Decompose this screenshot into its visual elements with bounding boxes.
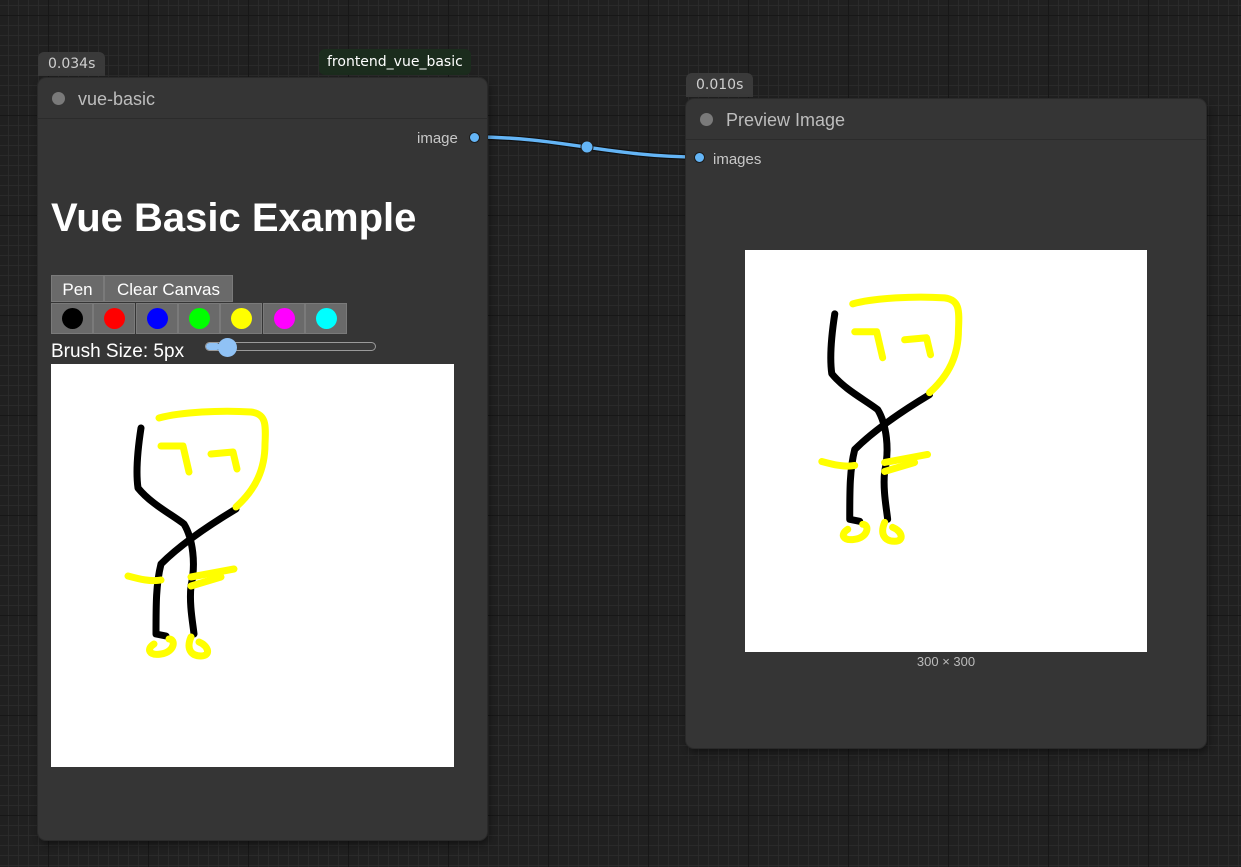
stroke-yellow-foot-left — [839, 520, 871, 544]
pen-button[interactable]: Pen — [51, 275, 104, 302]
cyan-color-dot — [315, 308, 337, 329]
stroke-yellow-foot-left — [146, 635, 177, 658]
color-swatch-yellow[interactable] — [220, 303, 263, 334]
yellow-color-dot — [231, 308, 253, 329]
stroke-yellow-foot-right — [879, 518, 905, 545]
stroke-yellow-eye-right — [901, 334, 935, 359]
color-swatch-magenta[interactable] — [262, 303, 305, 334]
blue-color-dot — [146, 308, 168, 329]
color-swatch-blue[interactable] — [135, 303, 178, 334]
clear-canvas-button[interactable]: Clear Canvas — [104, 275, 233, 302]
stroke-yellow-eye-right — [207, 448, 241, 473]
input-slot-dot[interactable] — [694, 152, 705, 163]
color-swatch-cyan[interactable] — [304, 303, 347, 334]
brush-size-slider-thumb[interactable] — [218, 338, 237, 357]
node-title: vue-basic — [78, 89, 156, 109]
widget-heading: Vue Basic Example — [51, 196, 417, 240]
drawing-canvas[interactable] — [51, 364, 454, 767]
execution-time-badge-preview: 0.010s — [686, 73, 754, 97]
stroke-yellow-head — [849, 293, 963, 397]
preview-drawing — [818, 293, 963, 545]
group-title[interactable]: frontend_vue_basic — [319, 49, 471, 75]
brush-size-label: Brush Size: 5px — [51, 341, 185, 362]
green-color-dot — [188, 308, 210, 329]
black-color-dot — [62, 308, 83, 329]
execution-time-badge: 0.034s — [38, 52, 106, 76]
canvas-drawing — [124, 407, 269, 660]
magenta-color-dot — [273, 308, 295, 329]
color-swatch-green[interactable] — [177, 303, 220, 334]
node-header[interactable]: Preview Image — [686, 99, 1206, 140]
stroke-yellow-arm-right — [187, 565, 238, 581]
stroke-yellow-foot-right — [185, 633, 211, 660]
node-header[interactable]: vue-basic — [38, 78, 487, 119]
stroke-yellow-eye-left — [851, 328, 887, 362]
stroke-yellow-arm-right — [881, 451, 932, 466]
image-dimensions: 300 × 300 — [916, 654, 976, 669]
stroke-yellow-eye-left — [157, 442, 193, 476]
collapse-toggle-icon[interactable] — [52, 92, 65, 105]
output-slot-label: image — [417, 130, 458, 147]
link-midpoint-handle — [580, 140, 594, 154]
collapse-toggle-icon[interactable] — [700, 113, 713, 126]
color-swatch-red[interactable] — [93, 303, 136, 334]
output-slot-dot[interactable] — [469, 132, 480, 143]
color-swatch-black[interactable] — [51, 303, 93, 334]
input-slot-label: images — [713, 151, 762, 168]
preview-image — [745, 250, 1147, 652]
node-title: Preview Image — [726, 110, 846, 130]
stroke-yellow-head — [155, 407, 269, 511]
red-color-dot — [104, 308, 126, 329]
